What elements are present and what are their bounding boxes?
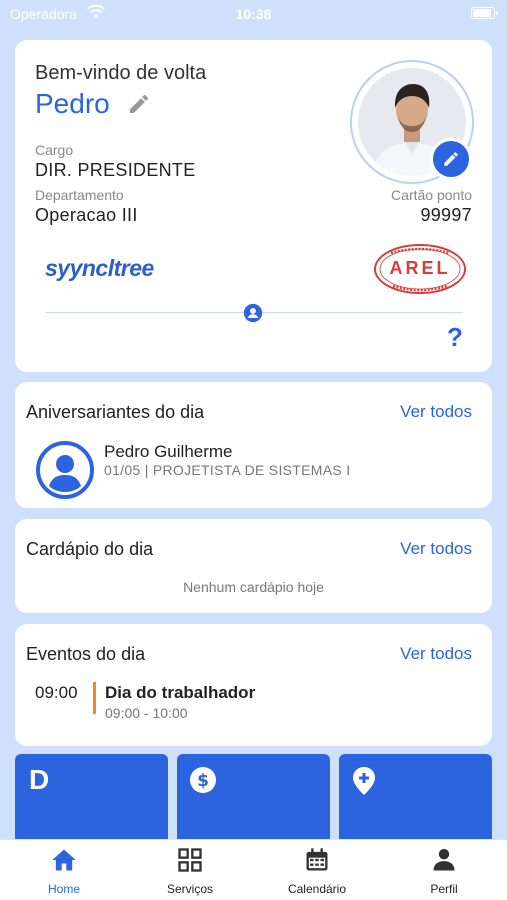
d-letter-icon: D [29,764,50,795]
department-value: Operacao III [35,205,138,225]
events-card: Eventos do dia Ver todos 09:00 Dia do tr… [15,624,492,746]
user-name: Pedro [35,88,110,119]
menu-empty-text: Nenhum cardápio hoje [183,579,324,595]
profile-card: Bem-vindo de volta Pedro Cargo DIR. PRES… [15,40,492,372]
bottom-tab-bar: Home Serviços Calendário Perfil [0,839,507,900]
pencil-icon [444,152,458,166]
tab-calendar[interactable]: Calendário [254,840,380,900]
arel-logo-text: AREL [389,258,451,278]
battery-icon [471,7,498,19]
time-card-value: 99997 [420,205,472,225]
svg-text:$: $ [197,771,209,791]
calendar-icon [306,848,328,871]
tab-services-label: Serviços [166,882,213,896]
dollar-circle-icon: $ [189,766,217,799]
person-icon [433,848,455,871]
arel-logo: AREL [373,243,467,295]
tab-profile[interactable]: Perfil [381,840,507,900]
event-time: 09:00 [35,683,78,702]
events-see-all-link[interactable]: Ver todos [400,644,472,664]
shortcut-tile-d[interactable]: D [15,754,168,844]
edit-name-icon[interactable] [127,92,151,121]
menu-title: Cardápio do dia [26,539,154,559]
department-label: Departamento [35,187,124,203]
synctree-logo: syyncltree [45,255,154,281]
person-circle-icon [35,440,95,505]
menu-card: Cardápio do dia Ver todos Nenhum cardápi… [15,519,492,613]
home-icon [52,849,76,871]
account-circle-icon [243,303,263,328]
map-pin-plus-icon [351,766,377,801]
status-bar: Operadora 10:38 [0,0,507,30]
tab-home[interactable]: Home [1,840,127,900]
cargo-value: DIR. PRESIDENTE [35,160,196,180]
edit-photo-button[interactable] [430,138,472,180]
shortcut-tile-dollar[interactable]: $ [177,754,330,844]
shortcut-tile-location[interactable] [339,754,492,844]
cargo-label: Cargo [35,142,74,158]
birthday-person-info: 01/05 | PROJETISTA DE SISTEMAS I [104,462,351,478]
help-icon[interactable]: ? [447,322,463,353]
welcome-text: Bem-vindo de volta [35,62,207,84]
tab-calendar-label: Calendário [287,882,347,896]
birthday-person-name: Pedro Guilherme [104,442,233,461]
tab-services[interactable]: Serviços [127,840,253,900]
tab-profile-label: Perfil [430,882,458,896]
birthdays-see-all-link[interactable]: Ver todos [400,402,472,422]
events-title: Eventos do dia [26,644,146,664]
birthdays-card: Aniversariantes do dia Ver todos Pedro G… [15,382,492,508]
tab-home-label: Home [47,882,80,896]
grid-icon [178,848,202,872]
time-card-label: Cartão ponto [391,187,472,203]
event-time-range: 09:00 - 10:00 [105,705,188,721]
event-color-bar [93,682,96,714]
status-time: 10:38 [235,6,272,22]
event-title: Dia do trabalhador [105,683,256,702]
birthdays-title: Aniversariantes do dia [26,402,205,422]
menu-see-all-link[interactable]: Ver todos [400,539,472,559]
